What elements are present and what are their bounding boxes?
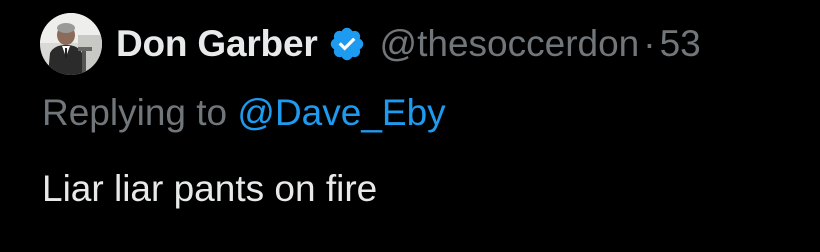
tweet-text: Liar liar pants on fire xyxy=(42,168,378,209)
tweet-timestamp[interactable]: 53 xyxy=(660,23,701,65)
tweet[interactable]: Don Garber @thesoccerdon · 53 Replying t… xyxy=(0,0,820,252)
author-display-name[interactable]: Don Garber xyxy=(116,23,318,65)
avatar-photo xyxy=(40,13,102,75)
author-handle[interactable]: @thesoccerdon xyxy=(380,23,640,65)
reply-prefix: Replying to xyxy=(42,92,238,133)
author-avatar[interactable] xyxy=(40,13,102,75)
reply-target-link[interactable]: @Dave_Eby xyxy=(237,92,445,133)
tweet-header: Don Garber @thesoccerdon · 53 xyxy=(116,13,820,75)
reply-context: Replying to @Dave_Eby xyxy=(42,92,446,134)
separator-dot: · xyxy=(643,23,656,64)
verified-badge-icon xyxy=(328,25,366,63)
